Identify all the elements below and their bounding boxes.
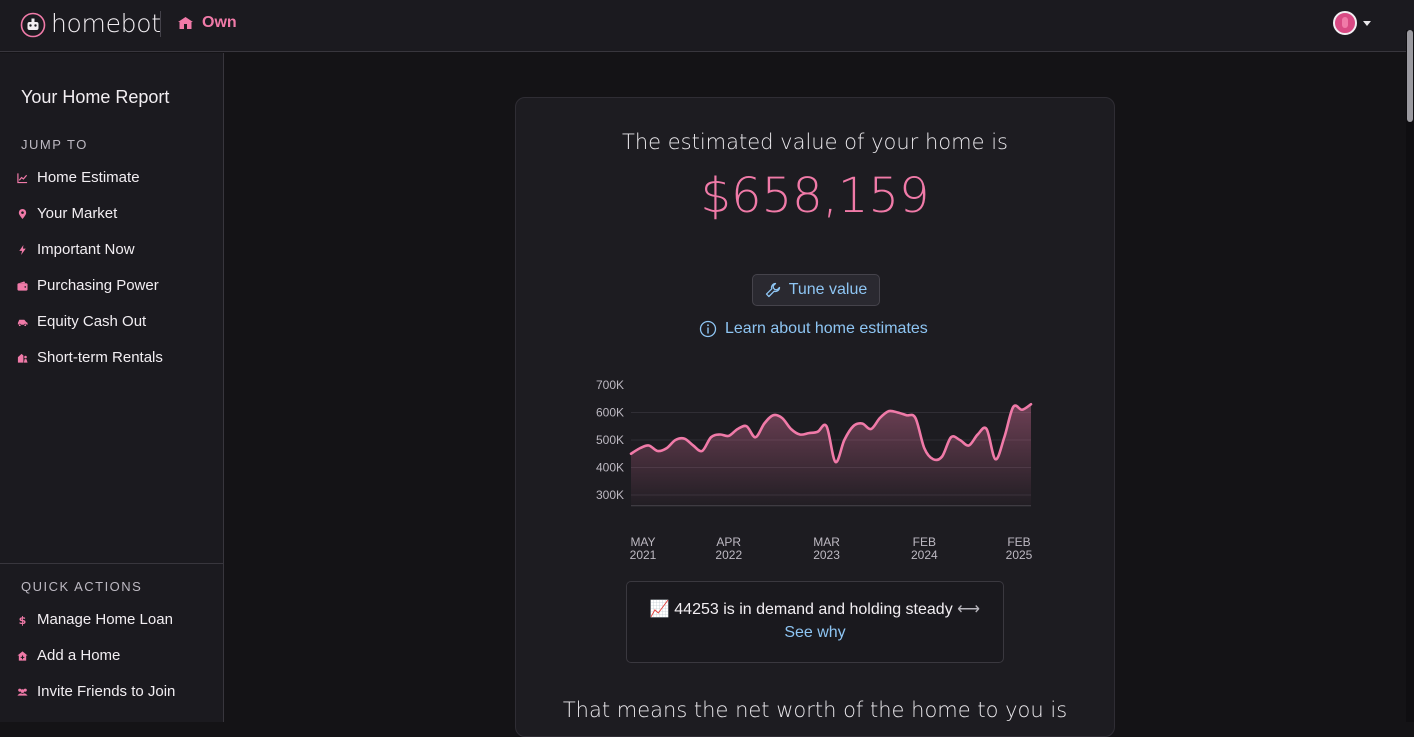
learn-estimates-label: Learn about home estimates	[725, 320, 928, 337]
home-icon	[178, 17, 193, 29]
sidebar-item-important-now[interactable]: Important Now	[17, 241, 135, 258]
bolt-icon	[19, 244, 26, 255]
sidebar-item-label: Short-term Rentals	[37, 349, 163, 366]
sidebar: Your Home Report JUMP TO Home Estimate Y…	[0, 53, 224, 722]
top-bar: homebot Own	[0, 0, 1414, 52]
chart-emoji-icon: 📈	[649, 601, 670, 618]
jump-to-heading: JUMP TO	[21, 137, 88, 152]
x-tick-month: FEB	[913, 535, 936, 549]
avatar[interactable]	[1333, 11, 1357, 35]
estimate-headline: The estimated value of your home is	[622, 130, 1008, 154]
sidebar-item-purchasing-power[interactable]: Purchasing Power	[17, 277, 159, 294]
scrollbar-thumb[interactable]	[1407, 30, 1413, 122]
car-icon	[17, 319, 28, 327]
sidebar-item-short-term-rentals[interactable]: Short-term Rentals	[17, 349, 163, 366]
home-plus-icon	[17, 650, 28, 661]
sidebar-item-home-estimate[interactable]: Home Estimate	[17, 169, 140, 186]
chevron-down-icon	[1363, 20, 1371, 26]
account-menu[interactable]	[1333, 11, 1371, 35]
wallet-icon	[17, 280, 28, 291]
house-person-icon	[17, 353, 28, 363]
x-tick-year: 2021	[630, 548, 657, 562]
users-icon	[17, 688, 28, 696]
y-tick-label: 300K	[596, 488, 624, 502]
x-tick-month: FEB	[1007, 535, 1030, 549]
quick-action-label: Invite Friends to Join	[37, 683, 176, 700]
y-tick-label: 700K	[596, 378, 624, 392]
homebot-robot-icon[interactable]	[20, 12, 46, 38]
value-area	[631, 404, 1031, 506]
x-tick-year: 2023	[813, 548, 840, 562]
learn-estimates-link[interactable]: Learn about home estimates	[699, 320, 928, 338]
sidebar-item-label: Important Now	[37, 241, 135, 258]
quick-action-invite-friends[interactable]: Invite Friends to Join	[17, 683, 175, 700]
home-value-chart: 700K600K500K400K300KMAY2021APR2022MAR202…	[596, 378, 1033, 562]
y-tick-label: 400K	[596, 461, 624, 475]
own-label: Own	[202, 14, 237, 31]
tune-value-label: Tune value	[788, 281, 868, 298]
tune-value-button[interactable]: Tune value	[752, 274, 880, 306]
map-pin-icon	[18, 208, 27, 219]
sidebar-item-label: Purchasing Power	[37, 277, 159, 294]
x-tick-year: 2025	[1006, 548, 1033, 562]
x-tick-month: MAR	[813, 535, 840, 549]
x-tick-year: 2022	[715, 548, 742, 562]
sidebar-item-label: Home Estimate	[37, 169, 140, 186]
y-tick-label: 500K	[596, 433, 624, 447]
sidebar-item-label: Equity Cash Out	[37, 313, 147, 330]
chart-line-icon	[17, 172, 28, 183]
sidebar-item-equity-cash-out[interactable]: Equity Cash Out	[17, 313, 146, 330]
sidebar-divider	[0, 563, 224, 564]
dollar-icon: $	[19, 614, 27, 626]
wrench-icon	[765, 282, 780, 298]
quick-action-manage-home-loan[interactable]: $ Manage Home Loan	[17, 611, 173, 628]
demand-message: 📈 44253 is in demand and holding steady …	[627, 599, 1003, 619]
own-nav-link[interactable]: Own	[177, 14, 237, 32]
divider	[160, 11, 161, 37]
x-tick-month: APR	[716, 535, 741, 549]
quick-actions-heading: QUICK ACTIONS	[21, 579, 143, 594]
see-why-link[interactable]: See why	[627, 624, 1003, 642]
steady-arrow-icon: ⟷	[957, 601, 981, 618]
quick-action-label: Add a Home	[37, 647, 121, 664]
y-tick-label: 600K	[596, 406, 624, 420]
svg-text:$: $	[19, 614, 27, 626]
demand-text: 44253 is in demand and holding steady	[674, 601, 953, 618]
sidebar-title: Your Home Report	[21, 87, 170, 107]
info-icon	[699, 320, 717, 338]
logo-text[interactable]: homebot	[51, 9, 161, 38]
quick-action-add-home[interactable]: Add a Home	[17, 647, 120, 664]
estimated-value: $658,159	[700, 168, 930, 224]
sidebar-item-your-market[interactable]: Your Market	[17, 205, 117, 222]
home-estimate-card: The estimated value of your home is $658…	[515, 97, 1115, 737]
page-scrollbar[interactable]	[1406, 30, 1414, 722]
x-tick-month: MAY	[630, 535, 655, 549]
net-worth-headline: That means the net worth of the home to …	[562, 698, 1068, 722]
x-tick-year: 2024	[911, 548, 938, 562]
market-demand-box: 📈 44253 is in demand and holding steady …	[626, 581, 1004, 663]
sidebar-item-label: Your Market	[37, 205, 118, 222]
quick-action-label: Manage Home Loan	[37, 611, 173, 628]
